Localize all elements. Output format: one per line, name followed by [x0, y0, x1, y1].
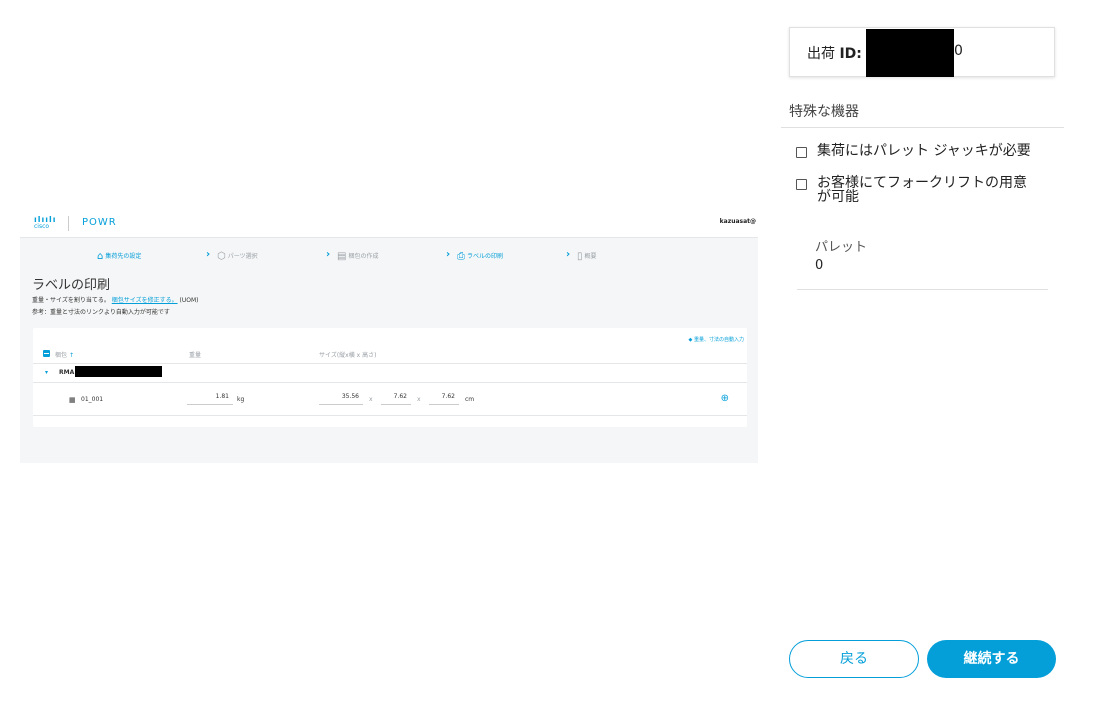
- pallet-input[interactable]: 0: [815, 258, 823, 273]
- logo-divider: [68, 216, 69, 231]
- page-title: ラベルの印刷: [32, 278, 111, 293]
- times-sign: x: [369, 396, 373, 403]
- chevron-right-icon: ›: [326, 249, 331, 260]
- auto-fill-icon: ◆: [688, 337, 693, 343]
- size-unit: cm: [465, 396, 475, 403]
- weight-unit: kg: [237, 396, 245, 403]
- progress-stepper: ⌂ 集荷先の設定 › ⬡ パーツ選択 › ▤ 梱包の作成 › ⎙ ラベルの印刷 › ▯ 概…: [20, 237, 758, 273]
- print-label-icon: ⎙: [457, 251, 465, 262]
- times-sign: x: [417, 396, 421, 403]
- chevron-right-icon: ›: [206, 249, 211, 260]
- step-parts-selection[interactable]: ⬡ パーツ選択: [217, 251, 258, 262]
- height-input[interactable]: 7.62: [429, 393, 459, 405]
- caret-down-icon[interactable]: ▾: [45, 369, 48, 376]
- table-row: ▦ 01_001 1.81 kg 35.56 x 7.62 x 7.62 cm …: [33, 383, 747, 416]
- chevron-right-icon: ›: [566, 249, 571, 260]
- description: 重量・サイズを割り当てる。 梱包サイズを修正する。 (UOM): [32, 297, 199, 304]
- forklift-checkbox[interactable]: [796, 179, 807, 190]
- pallet-jack-checkbox[interactable]: [796, 147, 807, 158]
- rma-group-row[interactable]: ▾ RMA:: [33, 364, 747, 383]
- shipment-id-label: 出荷 ID:: [807, 46, 862, 62]
- redaction-bar: [75, 366, 162, 377]
- step-create-package[interactable]: ▤ 梱包の作成: [337, 251, 378, 262]
- auto-fill-note: 参考：重量と寸法のリンクより自動入力が可能です: [32, 309, 170, 316]
- document-icon: ▯: [577, 251, 583, 262]
- cisco-logo: ılıılı cisco: [34, 215, 57, 231]
- zoom-in-icon[interactable]: ⊕: [721, 393, 729, 404]
- cube-icon: ⬡: [217, 251, 226, 262]
- column-package[interactable]: 梱包 ↑: [55, 350, 74, 359]
- column-weight: 重量: [189, 352, 202, 359]
- table-header: 梱包 ↑ 重量 サイズ(縦x横 x 高さ): [33, 345, 747, 364]
- shipment-id-tail: 0: [954, 43, 963, 59]
- pallet-underline: [797, 289, 1048, 290]
- step-print-label[interactable]: ⎙ ラベルの印刷: [457, 251, 503, 262]
- section-divider: [781, 127, 1064, 128]
- weight-input[interactable]: 1.81: [187, 393, 233, 405]
- chevron-right-icon: ›: [446, 249, 451, 260]
- back-button[interactable]: 戻る: [789, 640, 919, 678]
- auto-fill-link[interactable]: ◆ 重量、寸法の自動入力: [689, 336, 744, 343]
- pallet-jack-option[interactable]: 集荷にはパレット ジャッキが必要: [796, 144, 1037, 158]
- product-logo: POWR: [82, 217, 117, 228]
- special-equipment-title: 特殊な機器: [789, 104, 859, 120]
- step-summary[interactable]: ▯ 概要: [577, 251, 597, 262]
- user-name[interactable]: kazuasat@: [720, 218, 756, 225]
- continue-button[interactable]: 継続する: [927, 640, 1056, 678]
- select-all-checkbox[interactable]: [43, 350, 50, 357]
- forklift-option[interactable]: お客様にてフォークリフトの用意が可能: [796, 176, 1037, 204]
- location-icon: ⌂: [97, 251, 104, 262]
- package-card: ◆ 重量、寸法の自動入力 梱包 ↑ 重量 サイズ(縦x横 x 高さ) ▾ RMA…: [33, 328, 747, 427]
- app-header: ılıılı cisco POWR kazuasat@: [20, 210, 758, 238]
- width-input[interactable]: 7.62: [381, 393, 411, 405]
- redaction-bar: [866, 29, 954, 77]
- package-id: 01_001: [81, 396, 104, 403]
- modify-package-size-link[interactable]: 梱包サイズを修正する。: [112, 297, 178, 304]
- pallet-label: パレット: [815, 240, 868, 255]
- forklift-label[interactable]: お客様にてフォークリフトの用意が可能: [817, 176, 1037, 204]
- package-icon: ▤: [337, 251, 347, 262]
- length-input[interactable]: 35.56: [319, 393, 363, 405]
- step-pickup-settings[interactable]: ⌂ 集荷先の設定: [97, 251, 141, 262]
- sort-arrow-icon: ↑: [68, 352, 74, 359]
- package-box-icon: ▦: [69, 396, 76, 404]
- shipment-id-card: 出荷 ID: 0: [789, 27, 1055, 77]
- column-size: サイズ(縦x横 x 高さ): [319, 352, 377, 359]
- pallet-jack-label[interactable]: 集荷にはパレット ジャッキが必要: [817, 144, 1037, 158]
- embedded-screenshot: ılıılı cisco POWR kazuasat@ ⌂ 集荷先の設定 › ⬡ パ…: [20, 210, 758, 463]
